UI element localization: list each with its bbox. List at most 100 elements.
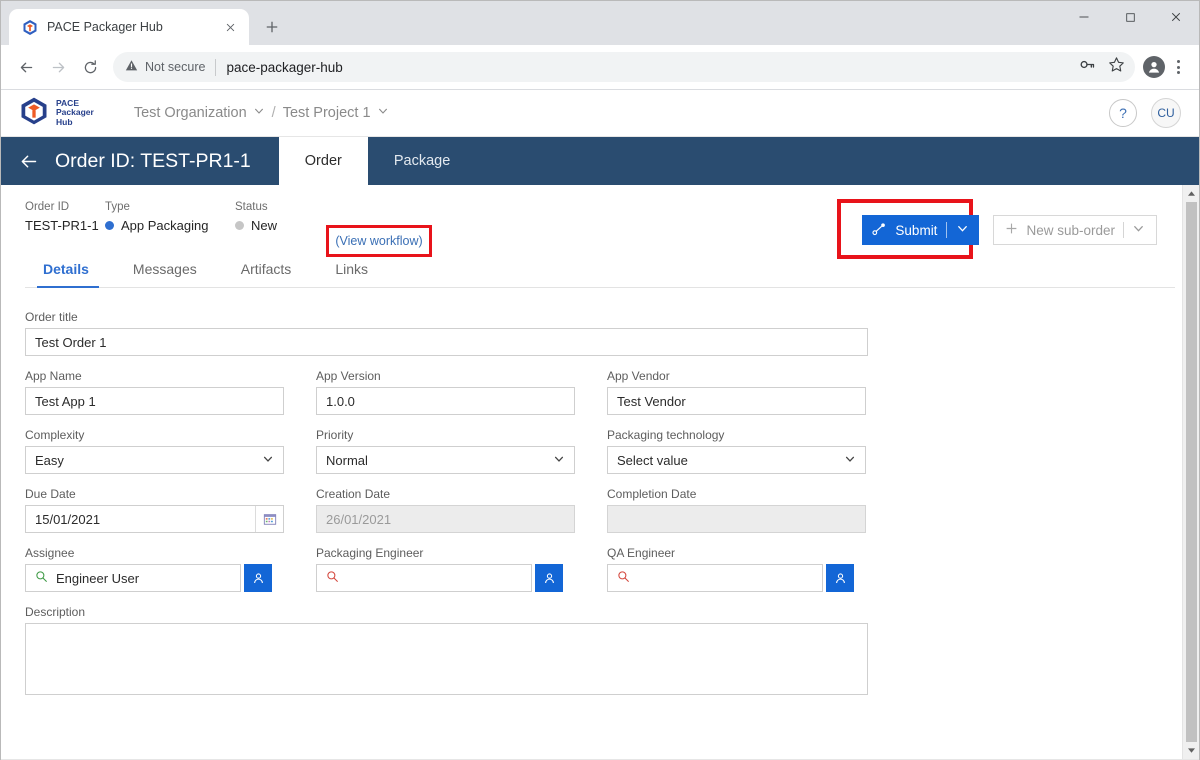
packaging-technology-select[interactable]: Select value [607, 446, 866, 474]
meta-order-id-value: TEST-PR1-1 [25, 218, 99, 233]
view-workflow-link[interactable]: (View workflow) [335, 234, 422, 248]
scroll-up-arrow[interactable] [1183, 185, 1200, 202]
tab-package[interactable]: Package [368, 137, 476, 185]
field-completion-date: Completion Date [607, 487, 897, 533]
new-sub-order-label: New sub-order [1026, 222, 1115, 238]
breadcrumb-organization[interactable]: Test Organization [134, 105, 265, 121]
tab-links[interactable]: Links [313, 261, 390, 287]
app-header-actions: ? CU [1109, 98, 1181, 128]
due-date-input[interactable]: 15/01/2021 [25, 505, 284, 533]
app-name-input[interactable]: Test App 1 [25, 387, 284, 415]
meta-status: Status New [235, 201, 305, 233]
scrollbar-thumb[interactable] [1185, 202, 1197, 742]
tab-artifacts[interactable]: Artifacts [219, 261, 314, 287]
back-arrow-icon[interactable] [1, 137, 55, 185]
form-row-people: Assignee Engineer User Packaging Enginee… [25, 546, 1175, 592]
chevron-down-icon[interactable] [956, 222, 969, 238]
profile-avatar-icon[interactable] [1143, 56, 1165, 78]
help-button[interactable]: ? [1109, 99, 1137, 127]
chevron-down-icon [844, 453, 856, 468]
browser-tab-title: PACE Packager Hub [47, 20, 163, 34]
avatar[interactable]: CU [1151, 98, 1181, 128]
star-icon[interactable] [1108, 56, 1125, 78]
content-scrollbar[interactable] [1182, 185, 1199, 759]
forward-arrow-icon [43, 52, 73, 82]
breadcrumb-separator: / [271, 105, 276, 121]
priority-select[interactable]: Normal [316, 446, 575, 474]
type-status-dot [105, 221, 114, 230]
priority-label: Priority [316, 428, 354, 442]
submit-label: Submit [895, 222, 938, 238]
meta-order-id-label: Order ID [25, 201, 70, 213]
qa-engineer-input[interactable] [607, 564, 823, 592]
form-row-order-title: Order title Test Order 1 [25, 310, 1175, 356]
meta-type-label: Type [105, 201, 130, 213]
complexity-select[interactable]: Easy [25, 446, 284, 474]
window-close-icon[interactable] [1153, 1, 1199, 33]
form-row-dates: Due Date 15/01/2021 Creation Date 26/01/… [25, 487, 1175, 533]
person-icon[interactable] [244, 564, 272, 592]
submit-button[interactable]: Submit [862, 215, 980, 245]
app-logo[interactable]: PACE Packager Hub [19, 96, 94, 131]
qa-engineer-lookup [607, 564, 897, 592]
order-tab-bar: Order Package [278, 137, 477, 185]
field-packaging-technology: Packaging technology Select value [607, 428, 897, 474]
packaging-technology-value: Select value [617, 452, 688, 468]
field-packaging-engineer: Packaging Engineer [316, 546, 606, 592]
order-title-label: Order title [25, 310, 78, 324]
breadcrumb: Test Organization / Test Project 1 [134, 105, 389, 121]
new-tab-button[interactable] [257, 12, 287, 42]
minimize-icon[interactable] [1061, 1, 1107, 33]
browser-tab[interactable]: PACE Packager Hub [9, 9, 249, 45]
meta-type: Type App Packaging [105, 201, 235, 233]
key-icon[interactable] [1079, 56, 1096, 78]
field-creation-date: Creation Date 26/01/2021 [316, 487, 606, 533]
app-vendor-input[interactable]: Test Vendor [607, 387, 866, 415]
calendar-icon[interactable] [255, 506, 283, 532]
order-actions: Submit New sub-order [837, 199, 1157, 259]
creation-date-input: 26/01/2021 [316, 505, 575, 533]
app-version-input[interactable]: 1.0.0 [316, 387, 575, 415]
app-header: PACE Packager Hub Test Organization / Te… [1, 90, 1199, 137]
order-details-form: Order title Test Order 1 App Name Test A… [25, 288, 1175, 695]
meta-status-text: New [251, 218, 278, 233]
close-icon[interactable] [221, 18, 239, 36]
assignee-input[interactable]: Engineer User [25, 564, 241, 592]
address-bar[interactable]: Not secure pace-packager-hub [113, 52, 1135, 82]
workflow-branch-icon [872, 222, 886, 239]
maximize-icon[interactable] [1107, 1, 1153, 33]
assignee-label: Assignee [25, 546, 75, 560]
chevron-down-icon[interactable] [1132, 222, 1145, 238]
app-vendor-label: App Vendor [607, 369, 670, 383]
order-meta-row: Order ID TEST-PR1-1 Type App Packaging S… [25, 199, 1175, 259]
person-icon[interactable] [826, 564, 854, 592]
new-sub-order-divider [1123, 222, 1124, 238]
tab-messages[interactable]: Messages [111, 261, 219, 287]
back-arrow-icon[interactable] [11, 52, 41, 82]
field-qa-engineer: QA Engineer [607, 546, 897, 592]
description-textarea[interactable] [25, 623, 868, 695]
form-row-description: Description [25, 605, 1175, 695]
reload-icon[interactable] [75, 52, 105, 82]
kebab-menu-icon[interactable] [1167, 60, 1189, 74]
packaging-engineer-input[interactable] [316, 564, 532, 592]
security-label: Not secure [145, 60, 206, 74]
omnibox-divider [215, 58, 217, 76]
breadcrumb-project[interactable]: Test Project 1 [283, 105, 389, 121]
scroll-down-arrow[interactable] [1183, 742, 1200, 759]
due-date-wrapper: 15/01/2021 [25, 505, 284, 533]
packaging-engineer-lookup [316, 564, 606, 592]
tab-details[interactable]: Details [25, 261, 111, 288]
tab-order[interactable]: Order [278, 137, 368, 185]
person-icon[interactable] [535, 564, 563, 592]
assignee-value: Engineer User [56, 570, 140, 586]
form-row-classification: Complexity Easy Priority Normal Packagin… [25, 428, 1175, 474]
new-sub-order-button[interactable]: New sub-order [993, 215, 1157, 245]
meta-type-value: App Packaging [105, 218, 235, 233]
window-controls [1061, 1, 1199, 33]
complexity-value: Easy [35, 452, 64, 468]
chevron-down-icon [377, 105, 389, 121]
security-indicator[interactable]: Not secure [125, 59, 205, 75]
order-title-input[interactable]: Test Order 1 [25, 328, 868, 356]
status-dot [235, 221, 244, 230]
